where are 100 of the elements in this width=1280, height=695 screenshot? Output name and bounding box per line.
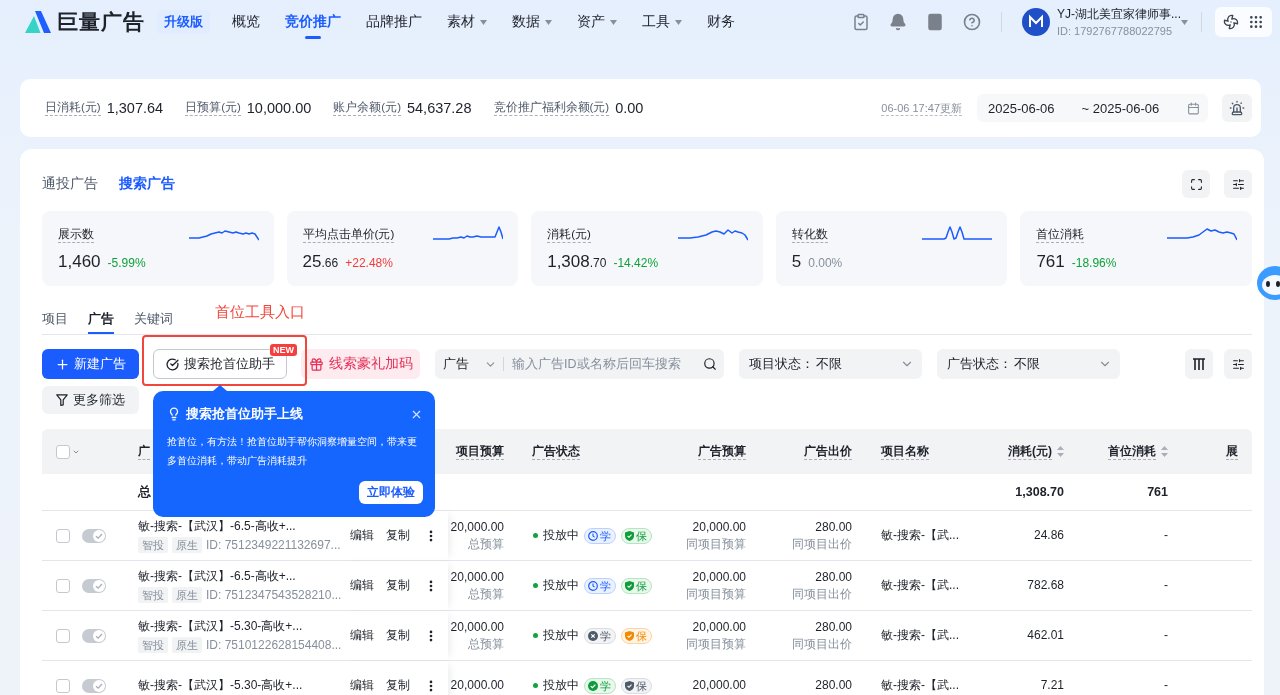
project-name: 敏-搜索-【武... bbox=[881, 677, 959, 694]
grid-icon[interactable] bbox=[1247, 14, 1264, 30]
fullscreen-button[interactable] bbox=[1182, 170, 1210, 198]
avatar-icon[interactable] bbox=[1022, 8, 1050, 36]
ad-name[interactable]: 敏-搜索-【武汉】-5.30-高收+... bbox=[138, 677, 303, 694]
shield-icon bbox=[625, 680, 634, 691]
ad-type-tab[interactable]: 搜索广告 bbox=[119, 175, 175, 193]
metric-value: 1,308.70 bbox=[547, 252, 607, 272]
select-all-checkbox[interactable] bbox=[56, 444, 70, 459]
ad-tag: 智投 bbox=[138, 637, 168, 653]
column-header[interactable]: 广告出价 bbox=[804, 443, 852, 460]
status-filter-dropdown[interactable]: 项目状态：不限 bbox=[739, 349, 922, 379]
scope-dropdown[interactable]: 广告 bbox=[435, 349, 503, 379]
lightbulb-icon bbox=[167, 407, 181, 421]
new-ad-button[interactable]: 新建广告 bbox=[42, 349, 139, 379]
toggle-switch[interactable] bbox=[82, 578, 106, 593]
clipboard-check-icon[interactable] bbox=[852, 13, 870, 31]
column-header[interactable]: 项目名称 bbox=[881, 443, 929, 460]
sort-icon bbox=[1057, 446, 1064, 457]
ad-name[interactable]: 敏-搜索-【武汉】-6.5-高收+... bbox=[138, 567, 296, 585]
action-link[interactable]: 复制 bbox=[386, 677, 410, 694]
row-checkbox[interactable] bbox=[56, 628, 70, 643]
bid-value: 280.00 bbox=[815, 518, 852, 536]
caret-icon bbox=[1181, 19, 1188, 25]
toggle-switch[interactable] bbox=[82, 628, 106, 643]
nav-tab[interactable]: 竞价推广 bbox=[285, 0, 341, 44]
nav-tab[interactable]: 财务 bbox=[707, 0, 735, 44]
ad-name[interactable]: 敏-搜索-【武汉】-5.30-高收+... bbox=[138, 617, 303, 635]
ad-type-tab[interactable]: 通投广告 bbox=[42, 175, 98, 193]
action-link[interactable]: 复制 bbox=[386, 627, 410, 644]
status-filter-dropdown[interactable]: 广告状态：不限 bbox=[937, 349, 1120, 379]
more-filters-button[interactable]: 更多筛选 bbox=[42, 386, 139, 414]
logo-icon bbox=[25, 11, 51, 33]
row-checkbox[interactable] bbox=[56, 578, 70, 593]
columns-button[interactable] bbox=[1185, 349, 1213, 379]
bell-icon[interactable] bbox=[889, 13, 907, 31]
nav-tab[interactable]: 概览 bbox=[232, 0, 260, 44]
alarm-button[interactable] bbox=[1222, 94, 1252, 122]
sub-tab[interactable]: 关键词 bbox=[134, 303, 173, 334]
stat-label: 账户余额(元) bbox=[333, 100, 401, 116]
spend-value: 462.01 bbox=[1027, 627, 1064, 644]
new-badge: NEW bbox=[270, 344, 297, 356]
bid-value: 280.00 bbox=[815, 568, 852, 586]
popover-title: 搜索抢首位助手上线 bbox=[186, 405, 304, 423]
tablet-icon[interactable] bbox=[926, 13, 944, 31]
settings-button[interactable] bbox=[1224, 349, 1252, 379]
action-link[interactable]: 编辑 bbox=[350, 627, 374, 644]
metric-label: 首位消耗 bbox=[1036, 227, 1085, 243]
column-header[interactable]: 消耗(元) bbox=[1008, 443, 1064, 460]
budget-note: 总预算 bbox=[468, 635, 504, 653]
sub-tab[interactable]: 广告 bbox=[88, 303, 114, 334]
ad-name[interactable]: 敏-搜索-【武汉】-6.5-高收+... bbox=[138, 517, 296, 535]
row-checkbox[interactable] bbox=[56, 528, 70, 543]
column-header[interactable]: 展 bbox=[1226, 443, 1238, 460]
budget-value: 20,000.00 bbox=[450, 618, 504, 636]
help-icon[interactable] bbox=[963, 13, 981, 31]
nav-tab[interactable]: 品牌推广 bbox=[366, 0, 422, 44]
pinwheel-icon[interactable] bbox=[1223, 14, 1240, 30]
check-circle-icon bbox=[588, 680, 598, 691]
ad-tag: 原生 bbox=[172, 637, 202, 653]
toggle-switch[interactable] bbox=[82, 528, 106, 543]
column-header[interactable]: 广告状态 bbox=[532, 443, 580, 460]
action-link[interactable]: 编辑 bbox=[350, 527, 374, 544]
try-now-button[interactable]: 立即体验 bbox=[359, 481, 423, 504]
clock-icon bbox=[588, 580, 598, 591]
column-header[interactable]: 项目预算 bbox=[456, 443, 504, 460]
search-field[interactable]: 输入广告ID或名称后回车搜索 bbox=[503, 349, 724, 379]
budget-note: 总预算 bbox=[468, 585, 504, 603]
search-icon[interactable] bbox=[703, 357, 717, 371]
status-text: 投放中 bbox=[543, 677, 579, 694]
bid-value: 280.00 bbox=[815, 677, 852, 694]
nav-tab[interactable]: 数据 bbox=[512, 0, 552, 44]
summary-label: 总 bbox=[138, 483, 151, 501]
status-dot bbox=[533, 633, 538, 638]
x-circle-icon bbox=[588, 630, 598, 641]
column-header[interactable]: 首位消耗 bbox=[1108, 443, 1168, 460]
caret-icon bbox=[675, 19, 682, 25]
toggle-switch[interactable] bbox=[82, 678, 106, 693]
row-checkbox[interactable] bbox=[56, 678, 70, 693]
action-link[interactable]: 编辑 bbox=[350, 577, 374, 594]
spend-value: 24.86 bbox=[1033, 527, 1064, 544]
edition-badge: 升级版 bbox=[157, 10, 210, 34]
promo-button[interactable]: 线索豪礼加码 bbox=[301, 349, 420, 379]
nav-tab[interactable]: 工具 bbox=[642, 0, 682, 44]
settings-button[interactable] bbox=[1224, 170, 1252, 198]
summary-value: 761 bbox=[1147, 485, 1168, 499]
clock-icon bbox=[588, 530, 598, 541]
action-link[interactable]: 编辑 bbox=[350, 677, 374, 694]
date-range-field[interactable]: 2025-06-06 ~ 2025-06-06 bbox=[977, 94, 1208, 122]
metric-value: 25.66 bbox=[302, 252, 339, 272]
budget-value: 20,000.00 bbox=[450, 568, 504, 586]
metric-label: 展示数 bbox=[58, 227, 94, 243]
status-text: 投放中 bbox=[543, 577, 579, 594]
sub-tab[interactable]: 项目 bbox=[42, 303, 68, 334]
action-link[interactable]: 复制 bbox=[386, 577, 410, 594]
column-header[interactable]: 广 bbox=[138, 443, 150, 460]
action-link[interactable]: 复制 bbox=[386, 527, 410, 544]
nav-tab[interactable]: 素材 bbox=[447, 0, 487, 44]
nav-tab[interactable]: 资产 bbox=[577, 0, 617, 44]
column-header[interactable]: 广告预算 bbox=[698, 443, 746, 460]
